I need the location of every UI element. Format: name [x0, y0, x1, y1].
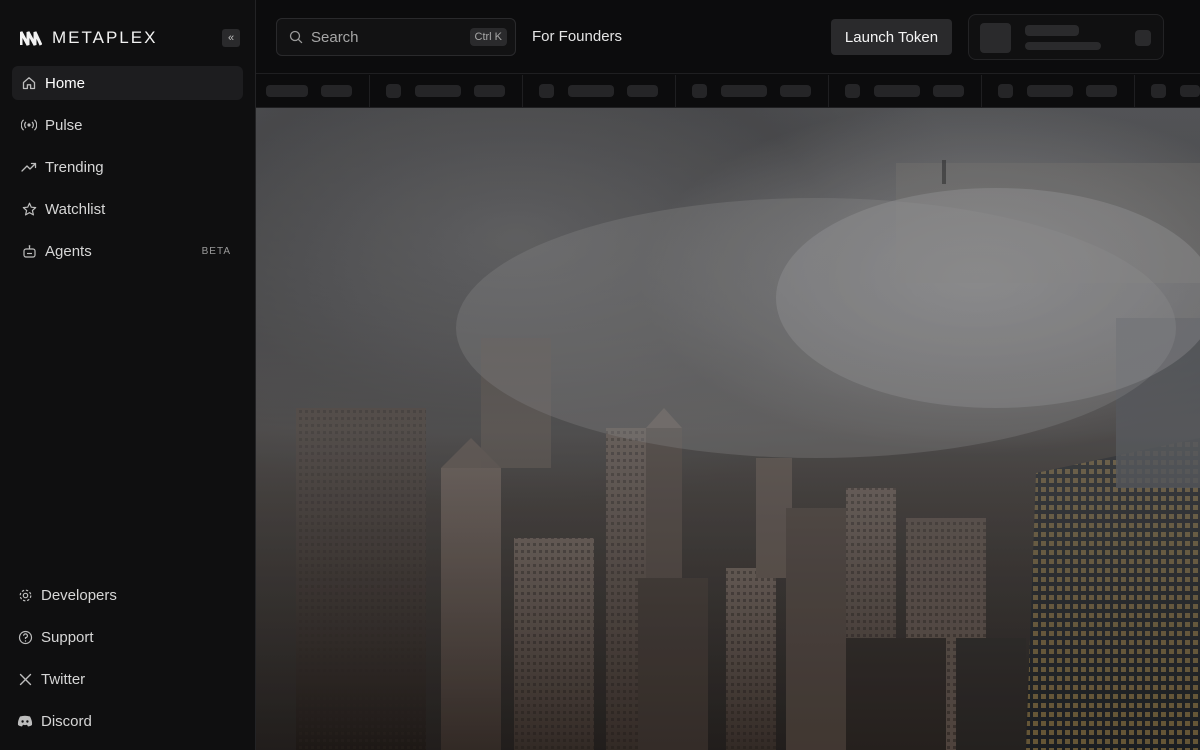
skeleton-icon — [692, 84, 707, 98]
sidebar-item-developers[interactable]: Developers — [8, 578, 248, 612]
skeleton-line — [321, 85, 352, 97]
skeleton-icon — [998, 84, 1013, 98]
skeleton-icon — [845, 84, 860, 98]
ticker-cell — [676, 75, 829, 107]
search-icon — [289, 30, 303, 44]
ticker-cell — [1135, 75, 1200, 107]
ticker-cell — [523, 75, 676, 107]
skeleton-line — [1180, 85, 1200, 97]
main-nav: Home Pulse Trending Watchlist Agents BET… — [12, 66, 243, 276]
for-founders-link[interactable]: For Founders — [532, 28, 622, 45]
skeleton-line — [1027, 85, 1073, 97]
skeleton-icon — [1151, 84, 1166, 98]
search-shortcut-hint: Ctrl K — [469, 28, 507, 46]
skeleton-line — [933, 85, 964, 97]
skeleton-line — [721, 85, 767, 97]
sidebar-item-label: Developers — [41, 586, 117, 604]
skeleton-line — [780, 85, 811, 97]
hero-image — [256, 108, 1200, 750]
brand-wordmark: METAPLEX — [52, 28, 158, 47]
broadcast-icon — [21, 117, 37, 133]
skeleton-line — [568, 85, 614, 97]
skeleton-line — [1025, 42, 1101, 50]
ticker-skeleton-row — [256, 75, 1200, 108]
brand[interactable]: METAPLEX — [20, 28, 157, 48]
sidebar-item-label: Support — [41, 628, 94, 646]
sidebar-item-support[interactable]: Support — [8, 620, 248, 654]
ticker-cell — [829, 75, 982, 107]
ticker-cell — [370, 75, 523, 107]
ticker-cell — [982, 75, 1135, 107]
sidebar-item-trending[interactable]: Trending — [12, 150, 243, 184]
star-icon — [21, 201, 37, 217]
ticker-cell — [256, 75, 370, 107]
sidebar-item-label: Home — [45, 74, 86, 92]
gear-icon — [17, 587, 33, 603]
skeleton-line — [474, 85, 505, 97]
robot-icon — [21, 243, 37, 259]
sidebar-item-twitter[interactable]: Twitter — [8, 662, 248, 696]
trending-icon — [21, 159, 37, 175]
wallet-loading-skeleton[interactable] — [968, 14, 1164, 60]
discord-icon — [17, 713, 33, 729]
sidebar-item-home[interactable]: Home — [12, 66, 243, 100]
sidebar-item-watchlist[interactable]: Watchlist — [12, 192, 243, 226]
sidebar-item-agents[interactable]: Agents BETA — [12, 234, 243, 268]
search-placeholder: Search — [311, 28, 359, 46]
skeleton-line — [415, 85, 461, 97]
app-root: METAPLEX « Home Pulse Trending Watchlist… — [0, 0, 1200, 750]
launch-token-button[interactable]: Launch Token — [831, 19, 952, 55]
foggy-city-skyline-image — [256, 108, 1200, 750]
skeleton-line — [627, 85, 658, 97]
skeleton-line — [874, 85, 920, 97]
sidebar: METAPLEX « Home Pulse Trending Watchlist… — [0, 0, 256, 750]
collapse-sidebar-button[interactable]: « — [222, 29, 240, 47]
sidebar-item-label: Discord — [41, 712, 92, 730]
skeleton-line — [1025, 25, 1079, 36]
sidebar-item-label: Pulse — [45, 116, 83, 134]
sidebar-item-label: Trending — [45, 158, 104, 176]
home-icon — [21, 75, 37, 91]
footer-nav: Developers Support Twitter Discord — [8, 578, 248, 746]
skeleton-icon — [539, 84, 554, 98]
skeleton-line — [266, 85, 308, 97]
help-icon — [17, 629, 33, 645]
sidebar-item-label: Watchlist — [45, 200, 106, 218]
beta-badge: BETA — [201, 245, 231, 257]
sidebar-item-pulse[interactable]: Pulse — [12, 108, 243, 142]
skeleton-icon — [1135, 30, 1151, 46]
search-input[interactable]: Search Ctrl K — [276, 18, 516, 56]
metaplex-logo-icon — [20, 30, 42, 46]
top-header: Search Ctrl K For Founders Launch Token — [256, 0, 1200, 74]
skeleton-avatar — [980, 23, 1011, 53]
x-icon — [17, 671, 33, 687]
sidebar-item-label: Agents — [45, 242, 92, 260]
sidebar-item-discord[interactable]: Discord — [8, 704, 248, 738]
sidebar-item-label: Twitter — [41, 670, 86, 688]
skeleton-icon — [386, 84, 401, 98]
skeleton-line — [1086, 85, 1117, 97]
